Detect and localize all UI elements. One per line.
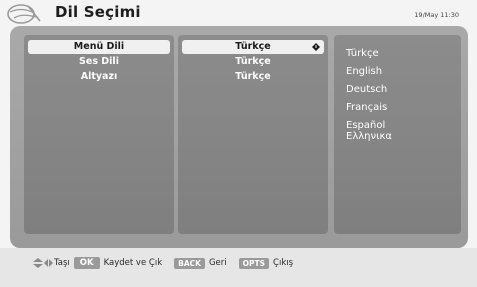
language-option-deutsch[interactable]: Deutsch [346,81,392,99]
value-subtitle-language[interactable]: Türkçe [182,70,324,84]
setting-menu-language[interactable]: Menü Dili [28,40,170,54]
opts-key: OPTS [238,257,270,269]
main-frame: Menü Dili Ses Dili Altyazı Türkçe Türkçe… [10,26,468,248]
value-audio-language[interactable]: Türkçe [182,55,324,69]
header: Dil Seçimi 19/May 11:30 [0,0,477,26]
move-hint-label: Taşı [54,258,70,268]
language-options-panel: Türkçe English Deutsch Français Español … [334,35,461,234]
back-key: BACK [174,257,205,269]
ok-hint-label: Kaydet ve Çık [103,258,163,268]
language-option-francais[interactable]: Français [346,99,392,117]
setting-subtitle-language[interactable]: Altyazı [28,70,170,84]
opts-hint-label: Çıkış [273,258,294,268]
language-globe-icon [7,4,41,24]
language-selection-screen: Dil Seçimi 19/May 11:30 Menü Dili Ses Di… [0,0,477,287]
datetime: 19/May 11:30 [414,11,459,19]
ok-key: OK [73,257,100,269]
language-option-greek[interactable]: Ελληνικα [346,131,392,143]
page-title: Dil Seçimi [55,3,141,21]
language-option-english[interactable]: English [346,63,392,81]
value-menu-language-text: Türkçe [235,41,271,52]
values-panel: Türkçe Türkçe Türkçe [178,35,328,234]
footer-help-bar: Taşı OK Kaydet ve Çık BACK Geri OPTS Çık… [0,248,477,287]
footer-hints: Taşı OK Kaydet ve Çık BACK Geri OPTS Çık… [33,257,293,269]
value-menu-language[interactable]: Türkçe [182,40,324,54]
language-list: Türkçe English Deutsch Français Español … [346,45,392,143]
navigation-arrows-icon [33,258,53,268]
setting-audio-language[interactable]: Ses Dili [28,55,170,69]
selector-diamond-icon [312,43,320,51]
back-hint-label: Geri [208,258,227,268]
settings-panel: Menü Dili Ses Dili Altyazı [24,35,174,234]
language-option-turkce[interactable]: Türkçe [346,45,392,63]
